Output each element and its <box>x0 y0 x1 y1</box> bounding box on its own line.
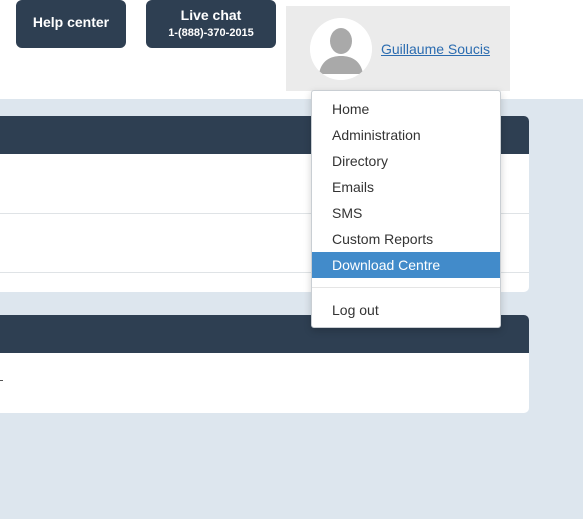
content-panel <box>0 315 529 413</box>
menu-item-label: Administration <box>332 127 421 143</box>
menu-item-emails[interactable]: Emails <box>312 174 500 200</box>
avatar <box>310 18 372 80</box>
user-dropdown-menu: Home Administration Directory Emails SMS… <box>311 90 501 328</box>
menu-item-custom-reports[interactable]: Custom Reports <box>312 226 500 252</box>
menu-item-label: Custom Reports <box>332 231 434 247</box>
help-center-label: Help center <box>32 14 110 30</box>
dash-mark <box>0 380 3 381</box>
menu-item-label: Download Centre <box>332 257 441 273</box>
live-chat-label: Live chat <box>180 7 242 23</box>
user-name-link[interactable]: Guillaume Soucis <box>381 41 490 57</box>
menu-item-label: Home <box>332 101 370 117</box>
user-menu-toggle[interactable]: Guillaume Soucis <box>286 6 510 91</box>
menu-item-label: SMS <box>332 205 363 221</box>
menu-item-label: Emails <box>332 179 375 195</box>
menu-divider <box>312 287 500 288</box>
menu-item-label: Directory <box>332 153 389 169</box>
menu-item-logout[interactable]: Log out <box>312 297 500 323</box>
menu-item-directory[interactable]: Directory <box>312 148 500 174</box>
help-center-button[interactable]: Help center <box>16 0 126 48</box>
user-silhouette-icon <box>310 18 372 80</box>
menu-item-administration[interactable]: Administration <box>312 122 500 148</box>
menu-item-home[interactable]: Home <box>312 96 500 122</box>
live-chat-button[interactable]: Live chat 1-(888)-370-2015 <box>146 0 276 48</box>
menu-item-label: Log out <box>332 302 379 318</box>
menu-item-download-centre[interactable]: Download Centre <box>312 252 500 278</box>
menu-item-sms[interactable]: SMS <box>312 200 500 226</box>
live-chat-phone: 1-(888)-370-2015 <box>168 27 254 39</box>
